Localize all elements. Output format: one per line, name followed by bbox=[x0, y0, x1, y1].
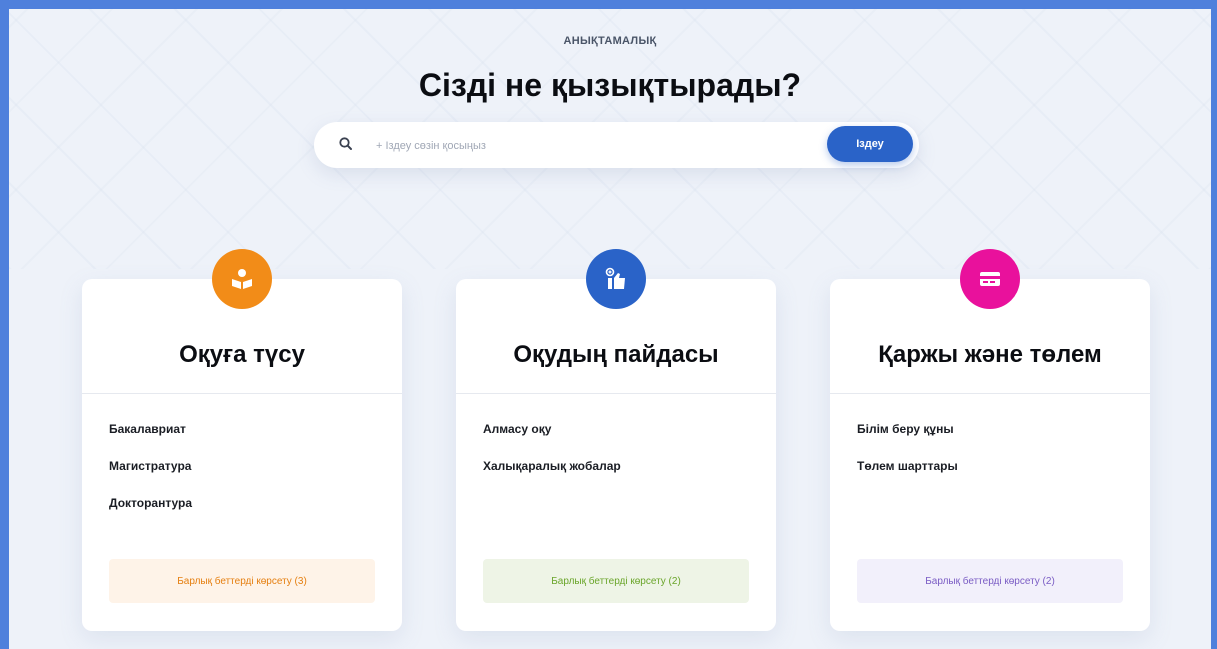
link-tuition-cost[interactable]: Білім беру құны bbox=[857, 422, 958, 436]
show-all-button[interactable]: Барлық беттерді көрсету (2) bbox=[483, 559, 749, 603]
card-study-benefits: Оқудың пайдасы Алмасу оқу Халықаралық жо… bbox=[456, 249, 776, 631]
page-title: Сізді не қызықтырады? bbox=[418, 67, 802, 103]
card-title: Қаржы және төлем bbox=[878, 341, 1102, 368]
link-payment-terms[interactable]: Төлем шарттары bbox=[857, 459, 958, 473]
search-button[interactable]: Іздеу bbox=[827, 126, 913, 162]
card-divider bbox=[82, 393, 402, 394]
link-bachelor[interactable]: Бакалавриат bbox=[109, 422, 192, 436]
reading-book-icon bbox=[212, 249, 272, 309]
card-links: Бакалавриат Магистратура Докторантура bbox=[109, 422, 192, 533]
link-exchange-study[interactable]: Алмасу оқу bbox=[483, 422, 621, 436]
card-links: Білім беру құны Төлем шарттары bbox=[857, 422, 958, 496]
show-all-button[interactable]: Барлық беттерді көрсету (2) bbox=[857, 559, 1123, 603]
card-finance-payment: Қаржы және төлем Білім беру құны Төлем ш… bbox=[830, 249, 1150, 631]
link-international-projects[interactable]: Халықаралық жобалар bbox=[483, 459, 621, 473]
search-input[interactable] bbox=[374, 135, 818, 157]
card-title: Оқуға түсу bbox=[179, 341, 305, 368]
search-icon bbox=[338, 136, 354, 152]
section-eyebrow: АНЫҚТАМАЛЫҚ bbox=[563, 35, 657, 47]
thumbs-up-info-icon bbox=[586, 249, 646, 309]
credit-card-icon bbox=[960, 249, 1020, 309]
card-admission: Оқуға түсу Бакалавриат Магистратура Докт… bbox=[82, 249, 402, 631]
card-links: Алмасу оқу Халықаралық жобалар bbox=[483, 422, 621, 496]
card-divider bbox=[456, 393, 776, 394]
search-bar: Іздеу bbox=[314, 122, 919, 168]
page-frame: АНЫҚТАМАЛЫҚ Сізді не қызықтырады? Іздеу … bbox=[0, 0, 1217, 649]
card-title: Оқудың пайдасы bbox=[513, 341, 719, 368]
link-doctorate[interactable]: Докторантура bbox=[109, 496, 192, 510]
link-master[interactable]: Магистратура bbox=[109, 459, 192, 473]
card-divider bbox=[830, 393, 1150, 394]
show-all-button[interactable]: Барлық беттерді көрсету (3) bbox=[109, 559, 375, 603]
